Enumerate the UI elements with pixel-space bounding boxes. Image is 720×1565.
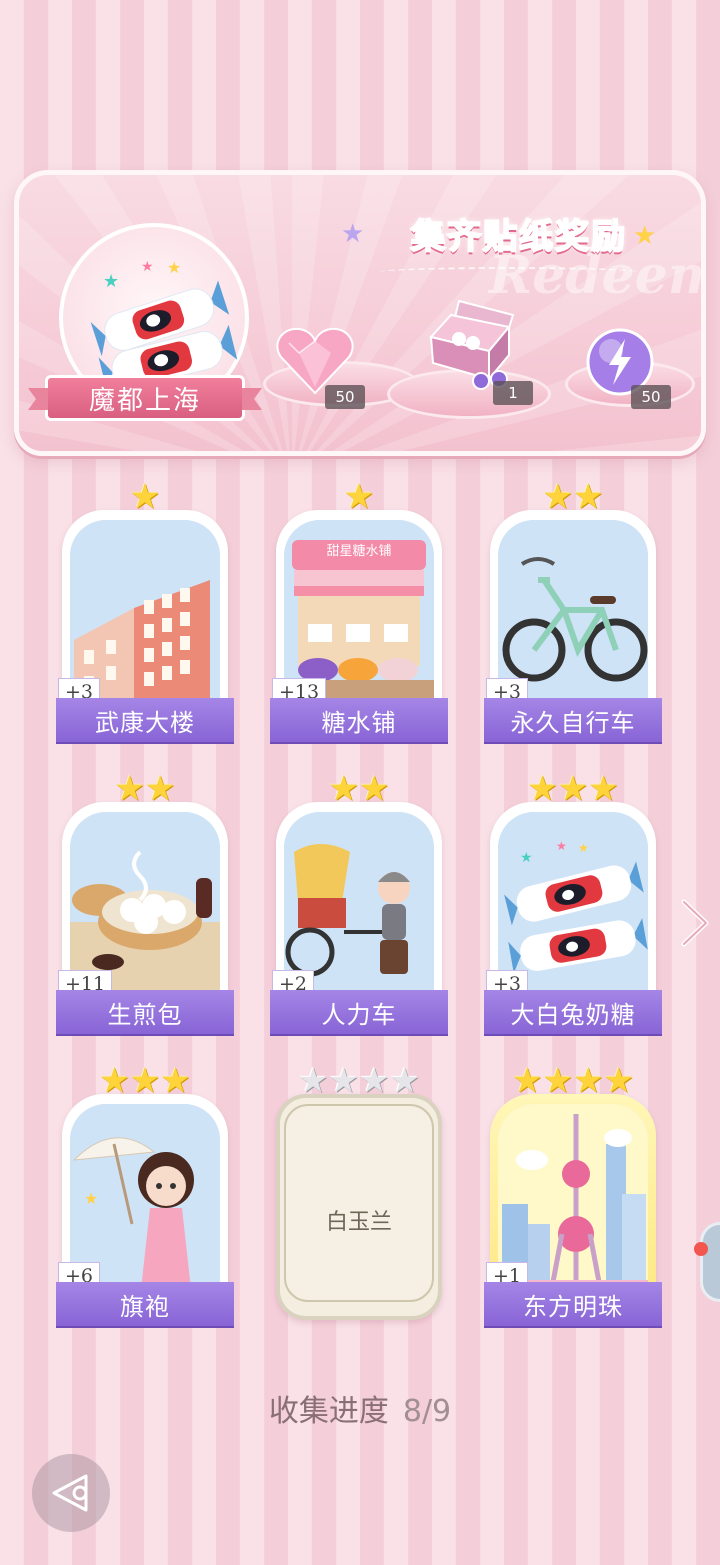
- shop-sign: 甜星糖水铺: [326, 544, 392, 559]
- star-icon: ★: [603, 1061, 634, 1101]
- sticker-card[interactable]: ★ ★ +3 永久自行车: [484, 480, 662, 742]
- sticker-card[interactable]: ★ +3 武康大楼: [56, 480, 234, 742]
- progress-label: 收集进度: [268, 1394, 389, 1429]
- sticker-card[interactable]: ★ ★ ★ ★ ★ ★ +3 大白兔奶糖: [484, 772, 662, 1034]
- sticker-card-locked[interactable]: ★ ★ ★ ★ 白玉兰: [270, 1064, 448, 1326]
- rarity-stars: ★ ★ ★ ★: [484, 1064, 662, 1098]
- star-icon: ★: [527, 769, 558, 809]
- reward-count: 1: [493, 381, 533, 405]
- sticker-card[interactable]: ★ ★ +2 人力车: [270, 772, 448, 1034]
- reward-count: 50: [631, 385, 671, 409]
- star-icon: ★: [343, 477, 375, 517]
- rarity-stars: ★ ★ ★: [484, 772, 662, 806]
- card-name: 生煎包: [56, 990, 234, 1034]
- rarity-stars: ★ ★ ★: [56, 1064, 234, 1098]
- card-name: 人力车: [270, 990, 448, 1034]
- svg-text:★: ★: [141, 259, 154, 275]
- star-icon: ★: [160, 1061, 191, 1101]
- side-floating-button[interactable]: [700, 1222, 720, 1302]
- card-name: 永久自行车: [484, 698, 662, 742]
- rarity-stars: ★ ★: [56, 772, 234, 806]
- reward-count: 50: [325, 385, 365, 409]
- svg-text:★: ★: [103, 271, 119, 292]
- card-name: 白玉兰: [325, 1210, 392, 1235]
- collection-progress: 收集进度 8/9: [0, 1386, 720, 1430]
- sticker-card[interactable]: ★ ★ ★ ★ +1 东方明珠: [484, 1064, 662, 1326]
- card-name: 东方明珠: [484, 1282, 662, 1326]
- notification-dot: [694, 1242, 708, 1256]
- star-icon: ★: [542, 1061, 573, 1101]
- rarity-stars: ★: [56, 480, 234, 514]
- star-icon: ★: [129, 477, 161, 517]
- reward-banner: Redeem ★ ★ 集齐贴纸奖励 ★ ★ ★ 魔都上海 50 1 50: [14, 170, 706, 456]
- star-icon: ★: [145, 769, 176, 809]
- star-icon: ★: [588, 769, 619, 809]
- sticker-gift-box-icon[interactable]: [423, 293, 523, 391]
- star-icon: ★: [328, 1061, 359, 1101]
- star-icon: ★: [359, 1061, 390, 1101]
- star-icon: ★: [328, 769, 359, 809]
- rarity-stars: ★ ★: [484, 480, 662, 514]
- banner-title: 集齐贴纸奖励: [410, 216, 627, 258]
- star-icon: ★: [359, 769, 390, 809]
- svg-text:★: ★: [578, 841, 589, 855]
- card-name: 武康大楼: [56, 698, 234, 742]
- svg-text:★: ★: [520, 850, 533, 866]
- rarity-stars: ★ ★: [270, 772, 448, 806]
- back-button[interactable]: [32, 1454, 110, 1532]
- card-placeholder: [284, 1104, 434, 1302]
- svg-text:★: ★: [84, 1189, 98, 1208]
- star-icon: ★: [573, 477, 604, 517]
- chevron-right-icon[interactable]: [678, 898, 712, 948]
- star-icon: ★: [573, 1061, 604, 1101]
- star-icon: ★: [389, 1061, 420, 1101]
- back-arrow-icon: [52, 1474, 88, 1512]
- star-icon: ★: [512, 1061, 543, 1101]
- sticker-card[interactable]: ★ 甜星糖水铺 +13 糖水铺: [270, 480, 448, 742]
- star-icon: ★: [99, 1061, 130, 1101]
- svg-text:★: ★: [167, 258, 181, 277]
- star-icon: ★: [557, 769, 589, 809]
- progress-value: 8/9: [402, 1394, 452, 1429]
- banner-divider: [379, 267, 639, 277]
- card-name: 旗袍: [56, 1282, 234, 1326]
- sticker-card[interactable]: ★ ★ +11 生煎包: [56, 772, 234, 1034]
- card-name: 糖水铺: [270, 698, 448, 742]
- svg-text:★: ★: [556, 839, 567, 853]
- star-icon: ★: [129, 1061, 161, 1101]
- sticker-card[interactable]: ★ ★ ★ ★ +6 旗袍: [56, 1064, 234, 1326]
- star-icon: ★: [114, 769, 145, 809]
- star-icon: ★: [298, 1061, 329, 1101]
- rarity-stars: ★ ★ ★ ★: [270, 1064, 448, 1098]
- rarity-stars: ★: [270, 480, 448, 514]
- card-name: 大白兔奶糖: [484, 990, 662, 1034]
- star-deco-icon: ★: [341, 219, 365, 249]
- city-name-ribbon: 魔都上海: [45, 375, 245, 421]
- star-icon: ★: [542, 477, 573, 517]
